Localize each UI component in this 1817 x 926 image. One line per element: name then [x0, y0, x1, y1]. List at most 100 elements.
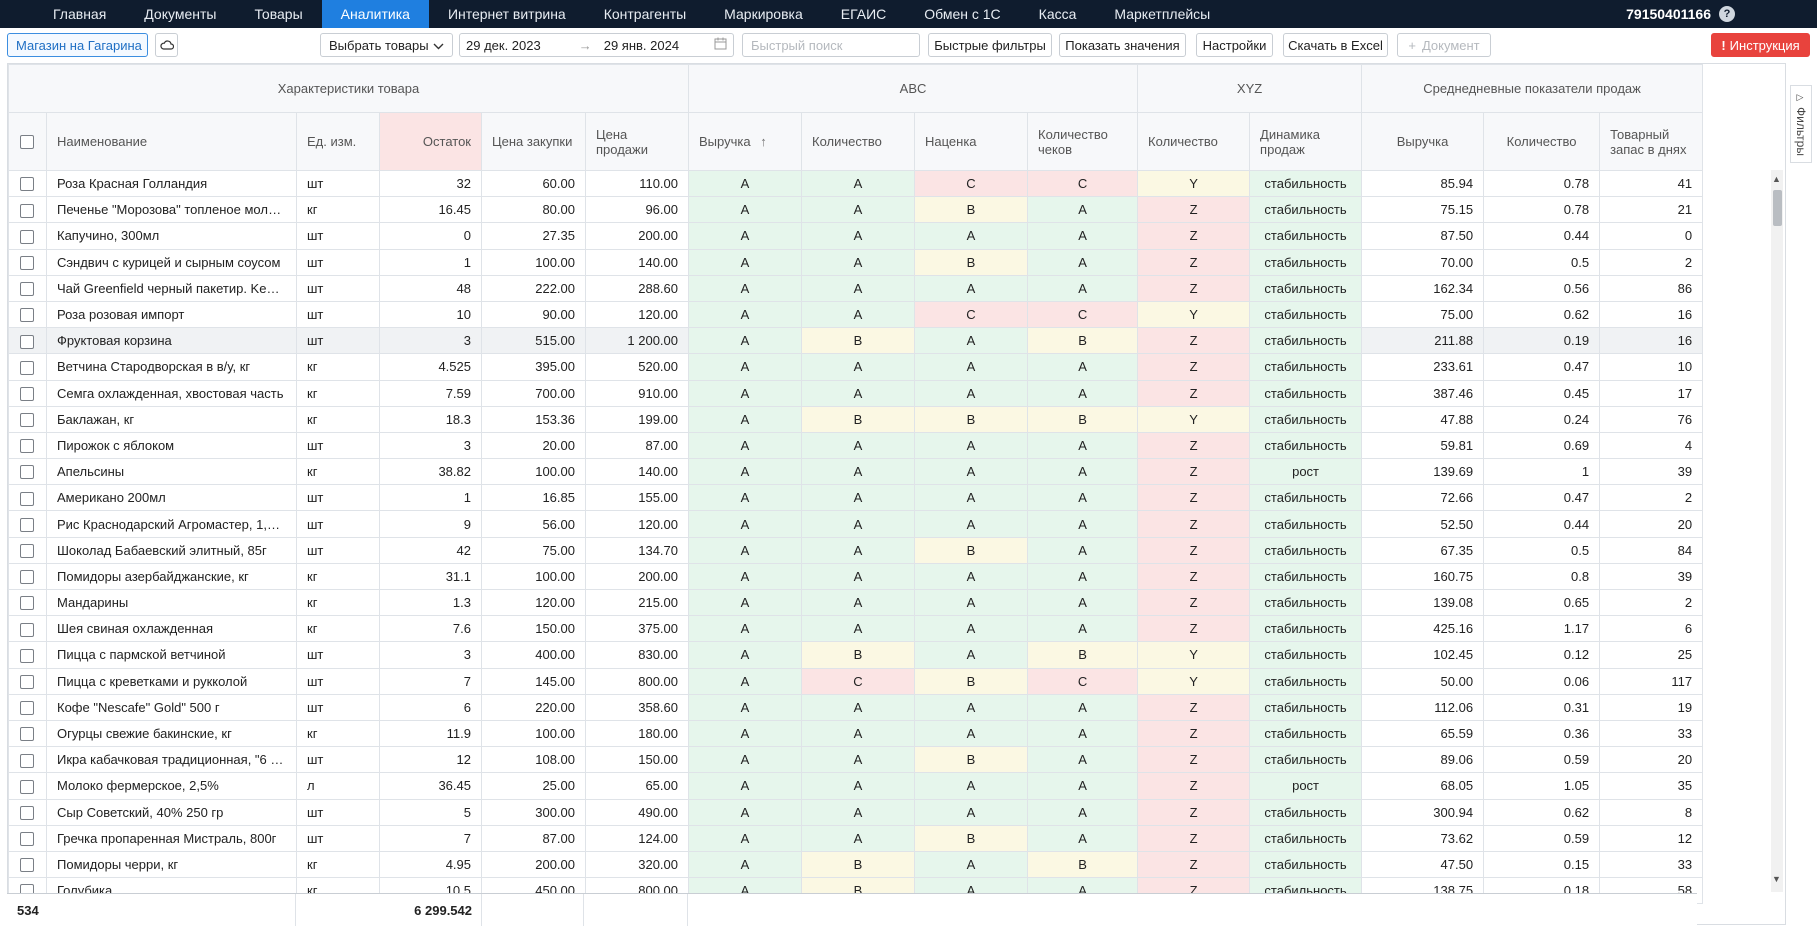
cell-stock: 38.82 [379, 458, 482, 486]
store-selector[interactable]: Магазин на Гагарина [7, 33, 148, 57]
scroll-up-icon[interactable]: ▲ [1772, 174, 1781, 184]
row-checkbox[interactable] [8, 169, 47, 198]
nav-item[interactable]: Главная [34, 0, 125, 28]
table-row[interactable]: Печенье "Морозова" топленое молок... кг 16… [8, 196, 1704, 224]
nav-item[interactable]: Касса [1020, 0, 1096, 28]
table-row[interactable]: Чай Greenfield черный пакетир. Kenyan шт 4… [8, 274, 1704, 302]
table-row[interactable]: Роза розовая импорт шт 10 90.00 120.00 A A C C Yс… [8, 300, 1704, 329]
nav-item[interactable]: Контрагенты [585, 0, 705, 28]
scroll-down-icon[interactable]: ▼ [1772, 874, 1781, 884]
nav-item[interactable]: Аналитика [321, 0, 429, 28]
row-checkbox[interactable] [8, 667, 47, 695]
column-header-abc-markup[interactable]: Наценка [914, 112, 1028, 171]
pick-goods-dropdown[interactable]: Выбрать товары [320, 33, 453, 57]
vertical-scrollbar[interactable] [1771, 170, 1783, 892]
row-checkbox[interactable] [8, 615, 47, 643]
help-icon[interactable]: ? [1719, 6, 1735, 22]
table-row[interactable]: Гречка пропаренная Мистраль, 800г шт 7 87.0… [8, 824, 1704, 852]
document-button[interactable]: + Документ [1397, 33, 1491, 57]
account-phone[interactable]: 79150401166 [1626, 0, 1719, 28]
filters-panel-tab[interactable]: ▷ Фильтры [1790, 85, 1812, 163]
column-header-xyz-qty[interactable]: Количество [1137, 112, 1251, 171]
row-checkbox[interactable] [8, 274, 47, 302]
row-checkbox[interactable] [8, 536, 47, 564]
table-row[interactable]: Пицца с креветками и рукколой шт 7 145.00 80… [8, 667, 1704, 695]
row-checkbox[interactable] [8, 693, 47, 721]
table-row[interactable]: Шея свиная охлажденная кг 7.6 150.00 375.00 A… [8, 615, 1704, 643]
column-header-abc-revenue[interactable]: Выручка ↑ [688, 112, 802, 171]
row-checkbox[interactable] [8, 562, 47, 591]
nav-item[interactable]: Интернет витрина [429, 0, 585, 28]
column-header-buy-price[interactable]: Цена закупки [481, 112, 586, 171]
table-row[interactable]: Молоко фермерское, 2,5% л 36.45 25.00 65.00 A… [8, 772, 1704, 800]
table-row[interactable]: Икра кабачковая традиционная, "6 со... шт… [8, 746, 1704, 774]
row-checkbox[interactable] [8, 484, 47, 512]
excel-export-button[interactable]: Скачать в Excel [1283, 33, 1388, 57]
table-row[interactable]: Апельсины кг 38.82 100.00 140.00 A A A A Zрост 139… [8, 458, 1704, 486]
row-checkbox[interactable] [8, 588, 47, 617]
select-all-checkbox[interactable] [8, 112, 47, 171]
table-row[interactable]: Пирожок с яблоком шт 3 20.00 87.00 A A A A Zстаби… [8, 431, 1704, 460]
row-checkbox[interactable] [8, 510, 47, 538]
table-row[interactable]: Огурцы свежие бакинские, кг кг 11.9 100.00 1… [8, 719, 1704, 748]
show-values-button[interactable]: Показать значения [1059, 33, 1186, 57]
table-row[interactable]: Кофе "Nescafe" Gold" 500 г шт 6 220.00 358.6… [8, 693, 1704, 721]
row-checkbox[interactable] [8, 719, 47, 748]
table-row[interactable]: Рис Краснодарский Агромастер, 1,5 кг шт 9 5… [8, 510, 1704, 538]
column-header-name[interactable]: Наименование [46, 112, 297, 171]
table-row[interactable]: Роза Красная Голландия шт 32 60.00 110.00 A A C… [8, 169, 1704, 198]
table-row[interactable]: Шоколад Бабаевский элитный, 85г шт 42 75.00… [8, 536, 1704, 564]
column-header-abc-qty[interactable]: Количество [801, 112, 915, 171]
cell-abc-qty: A [801, 484, 915, 512]
column-header-stock[interactable]: Остаток [379, 112, 482, 171]
row-checkbox[interactable] [8, 327, 47, 355]
table-row[interactable]: Помидоры черри, кг кг 4.95 200.00 320.00 A B A B… [8, 850, 1704, 879]
nav-item[interactable]: Обмен с 1С [905, 0, 1019, 28]
row-checkbox[interactable] [8, 641, 47, 669]
row-checkbox[interactable] [8, 405, 47, 433]
table-row[interactable]: Семга охлажденная, хвостовая часть кг 7.59… [8, 379, 1704, 407]
column-header-unit[interactable]: Ед. изм. [296, 112, 380, 171]
table-row[interactable]: Американо 200мл шт 1 16.85 155.00 A A A A Zстабил… [8, 484, 1704, 512]
cloud-icon[interactable] [155, 33, 178, 57]
nav-item[interactable]: Товары [235, 0, 321, 28]
nav-item[interactable]: Маркетплейсы [1095, 0, 1229, 28]
scrollbar-thumb[interactable] [1773, 190, 1782, 226]
row-checkbox[interactable] [8, 772, 47, 800]
row-checkbox[interactable] [8, 458, 47, 486]
table-row[interactable]: Капучино, 300мл шт 0 27.35 200.00 A A A A Zстабил… [8, 222, 1704, 250]
column-header-stock-days[interactable]: Товарный запас в днях [1599, 112, 1704, 171]
table-row[interactable]: Сыр Советский, 40% 250 гр шт 5 300.00 490.00… [8, 798, 1704, 826]
nav-item[interactable]: ЕГАИС [822, 0, 906, 28]
row-checkbox[interactable] [8, 248, 47, 276]
table-row[interactable]: Помидоры азербайджанские, кг кг 31.1 100.00… [8, 562, 1704, 591]
table-row[interactable]: Фруктовая корзина шт 3 515.00 1 200.00 A B A B Zс… [8, 327, 1704, 355]
row-checkbox[interactable] [8, 379, 47, 407]
nav-item[interactable]: Маркировка [705, 0, 822, 28]
column-header-abc-checks[interactable]: Количество чеков [1026, 112, 1139, 171]
column-header-dynamics[interactable]: Динамика продаж [1249, 112, 1363, 171]
quick-filters-button[interactable]: Быстрые фильтры [928, 33, 1052, 57]
table-row[interactable]: Ветчина Стародворская в в/у, кг кг 4.525 39… [8, 353, 1704, 381]
settings-button[interactable]: Настройки [1196, 33, 1273, 57]
quick-search-input[interactable]: Быстрый поиск [742, 33, 920, 57]
row-checkbox[interactable] [8, 824, 47, 852]
column-header-daily-revenue[interactable]: Выручка [1361, 112, 1485, 171]
row-checkbox[interactable] [8, 431, 47, 460]
table-row[interactable]: Сэндвич с курицей и сырным соусом шт 1 100.… [8, 248, 1704, 276]
row-checkbox[interactable] [8, 850, 47, 879]
date-range-picker[interactable]: 29 дек. 2023 → 29 янв. 2024 [459, 33, 734, 57]
row-checkbox[interactable] [8, 353, 47, 381]
table-row[interactable]: Пицца с пармской ветчиной шт 3 400.00 830.00… [8, 641, 1704, 669]
row-checkbox[interactable] [8, 222, 47, 250]
nav-item[interactable]: Документы [125, 0, 235, 28]
instruction-button[interactable]: ! Инструкция [1711, 33, 1810, 57]
column-header-daily-qty[interactable]: Количество [1483, 112, 1601, 171]
table-row[interactable]: Мандарины кг 1.3 120.00 215.00 A A A A Zстабильно… [8, 588, 1704, 617]
row-checkbox[interactable] [8, 300, 47, 329]
row-checkbox[interactable] [8, 798, 47, 826]
column-header-sell-price[interactable]: Цена продажи [585, 112, 689, 171]
row-checkbox[interactable] [8, 196, 47, 224]
row-checkbox[interactable] [8, 746, 47, 774]
table-row[interactable]: Баклажан, кг кг 18.3 153.36 199.00 A B B B Yстаби… [8, 405, 1704, 433]
